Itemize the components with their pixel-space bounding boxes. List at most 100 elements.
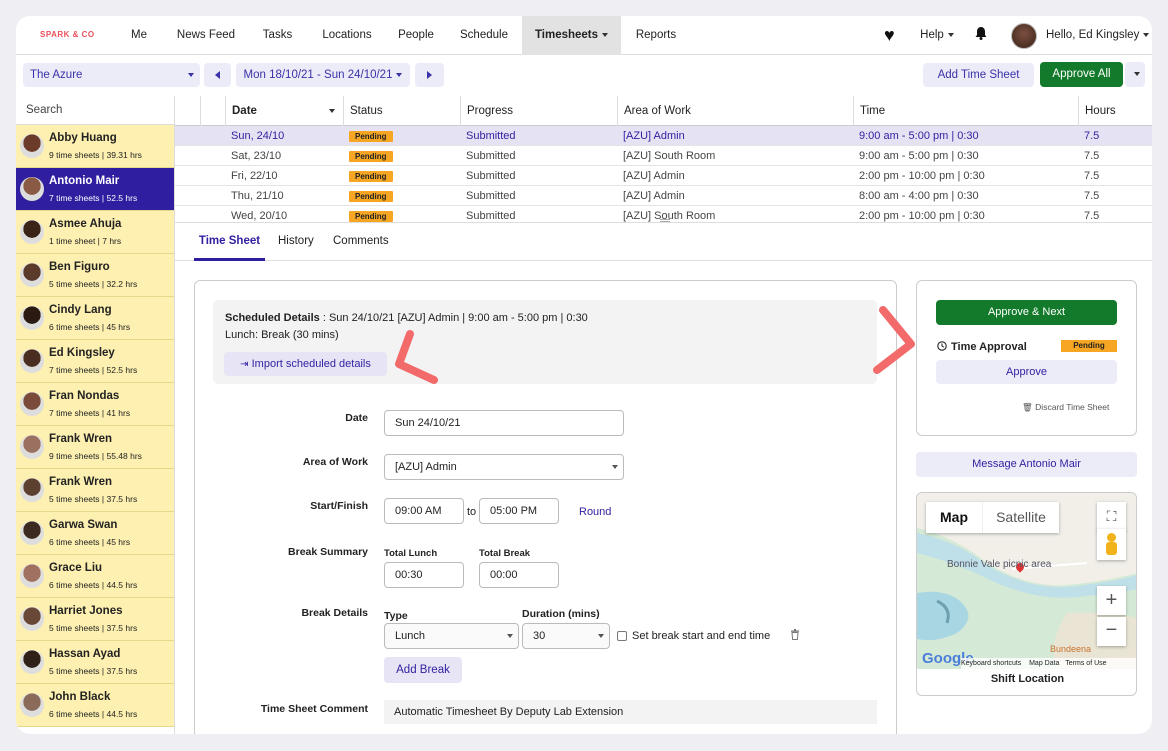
keyboard-shortcuts-link[interactable]: Keyboard shortcuts (961, 660, 1021, 667)
cell-status: Pending (349, 166, 393, 186)
col-status[interactable]: Status (343, 96, 460, 126)
person-summary: 5 time sheets | 37.5 hrs (49, 623, 138, 633)
brand-logo[interactable]: SPARK & CO (40, 30, 95, 39)
col-time[interactable]: Time (853, 96, 1078, 126)
round-link[interactable]: Round (579, 506, 611, 518)
chevron-down-icon (1134, 72, 1140, 77)
search-input[interactable]: Search (16, 96, 174, 125)
person-name: Abby Huang (49, 132, 117, 144)
col-date[interactable]: Date (225, 96, 343, 126)
approve-next-button[interactable]: Approve & Next (936, 300, 1117, 325)
bell-icon[interactable] (974, 26, 988, 40)
comment-label: Time Sheet Comment (260, 703, 368, 715)
scheduled-details: Scheduled Details : Sun 24/10/21 [AZU] A… (213, 300, 877, 384)
zoom-in-icon[interactable]: + (1097, 586, 1126, 615)
message-employee-button[interactable]: Message Antonio Mair (916, 452, 1137, 477)
col-area[interactable]: Area of Work (617, 96, 853, 126)
list-item[interactable]: Garwa Swan 6 time sheets | 45 hrs (16, 512, 174, 555)
user-menu[interactable]: Hello, Ed Kingsley (1046, 16, 1150, 55)
start-finish-label: Start/Finish (310, 500, 368, 512)
tab-comments[interactable]: Comments (333, 223, 389, 261)
heart-icon[interactable]: ♥ (884, 26, 895, 44)
col-indicator (200, 96, 225, 126)
add-time-sheet-button[interactable]: Add Time Sheet (923, 63, 1034, 87)
area-select[interactable]: [AZU] Admin (384, 454, 624, 480)
cell-status: Pending (349, 186, 393, 206)
cell-time: 8:00 am - 4:00 pm | 0:30 (859, 190, 979, 202)
date-range-select[interactable]: Mon 18/10/21 - Sun 24/10/21 (236, 63, 410, 87)
table-row[interactable]: Sun, 24/10 Pending Submitted [AZU] Admin 9:0… (175, 126, 1152, 146)
terms-link[interactable]: Terms of Use (1065, 660, 1106, 667)
cell-progress: Submitted (466, 150, 516, 162)
nav-tasks[interactable]: Tasks (259, 16, 296, 55)
list-item[interactable]: Ben Figuro 5 time sheets | 32.2 hrs (16, 254, 174, 297)
comment-field[interactable]: Automatic Timesheet By Deputy Lab Extens… (384, 700, 877, 724)
list-item[interactable]: Asmee Ahuja 1 time sheet | 7 hrs (16, 211, 174, 254)
col-hours[interactable]: Hours (1078, 96, 1152, 126)
street-view-icon[interactable] (1097, 529, 1126, 560)
list-item[interactable]: Antonio Mair 7 time sheets | 52.5 hrs (16, 168, 174, 211)
resize-handle[interactable] (660, 219, 670, 222)
total-break-field[interactable]: 00:00 (479, 562, 559, 588)
prev-week-button[interactable] (204, 63, 231, 87)
satellite-tab[interactable]: Satellite (982, 502, 1059, 533)
list-item[interactable]: Fran Nondas 7 time sheets | 41 hrs (16, 383, 174, 426)
break-type-select[interactable]: Lunch (384, 623, 519, 649)
person-summary: 1 time sheet | 7 hrs (49, 236, 122, 246)
import-scheduled-details-button[interactable]: ⇥ Import scheduled details (224, 352, 387, 376)
scheduled-details-text: Scheduled Details : Sun 24/10/21 [AZU] A… (225, 312, 588, 324)
date-field[interactable]: Sun 24/10/21 (384, 410, 624, 436)
status-badge: Pending (349, 170, 393, 182)
app-window: SPARK & CO Me News Feed Tasks Locations … (16, 16, 1152, 734)
total-lunch-label: Total Lunch (384, 548, 438, 559)
zoom-out-icon[interactable]: − (1097, 617, 1126, 646)
map-tab[interactable]: Map (926, 502, 982, 533)
list-item[interactable]: John Black 6 time sheets | 44.5 hrs (16, 684, 174, 727)
list-item[interactable]: Grace Liu 6 time sheets | 44.5 hrs (16, 555, 174, 598)
avatar[interactable] (1011, 23, 1037, 49)
fullscreen-icon[interactable]: ⛶ (1097, 502, 1126, 531)
map-data-link[interactable]: Map Data (1029, 660, 1059, 667)
start-time-field[interactable]: 09:00 AM (384, 498, 464, 524)
list-item[interactable]: Frank Wren 5 time sheets | 37.5 hrs (16, 469, 174, 512)
list-item[interactable]: Abby Huang 9 time sheets | 39.31 hrs (16, 125, 174, 168)
tab-history[interactable]: History (278, 223, 314, 261)
chevron-down-icon (612, 465, 618, 469)
nav-people[interactable]: People (396, 16, 436, 55)
person-name: John Black (49, 691, 111, 703)
set-break-checkbox[interactable] (617, 631, 627, 641)
break-duration-select[interactable]: 30 (522, 623, 610, 649)
nav-schedule[interactable]: Schedule (457, 16, 511, 55)
discard-link[interactable]: 🗑 Discard Time Sheet (1022, 402, 1109, 413)
person-name: Frank Wren (49, 476, 113, 488)
list-item[interactable]: Cindy Lang 6 time sheets | 45 hrs (16, 297, 174, 340)
approve-all-button[interactable]: Approve All (1040, 62, 1123, 87)
table-row[interactable]: Fri, 22/10 Pending Submitted [AZU] Admin 2:0… (175, 166, 1152, 186)
approve-button[interactable]: Approve (936, 360, 1117, 384)
nav-news-feed[interactable]: News Feed (173, 16, 239, 55)
list-item[interactable]: Hassan Ayad 5 time sheets | 37.5 hrs (16, 641, 174, 684)
add-break-button[interactable]: Add Break (384, 657, 462, 683)
next-week-button[interactable] (415, 63, 444, 87)
cell-date: Sat, 23/10 (231, 150, 282, 162)
nav-help[interactable]: Help (916, 16, 958, 55)
finish-time-field[interactable]: 05:00 PM (479, 498, 559, 524)
avatar (20, 349, 44, 373)
total-lunch-field[interactable]: 00:30 (384, 562, 464, 588)
location-select[interactable]: The Azure (23, 63, 200, 87)
col-progress[interactable]: Progress (460, 96, 617, 126)
trash-icon[interactable] (790, 629, 800, 640)
nav-locations[interactable]: Locations (319, 16, 375, 55)
list-item[interactable]: Ed Kingsley 7 time sheets | 52.5 hrs (16, 340, 174, 383)
list-item[interactable]: Frank Wren 9 time sheets | 55.48 hrs (16, 426, 174, 469)
chevron-down-icon (602, 32, 609, 37)
nav-timesheets[interactable]: Timesheets (522, 16, 621, 55)
map-view[interactable]: Bonnie Vale picnic area Bundeena Map Sat… (917, 493, 1136, 669)
list-item[interactable]: Harriet Jones 5 time sheets | 37.5 hrs (16, 598, 174, 641)
table-row[interactable]: Sat, 23/10 Pending Submitted [AZU] South Ro… (175, 146, 1152, 166)
nav-reports[interactable]: Reports (632, 16, 680, 55)
table-row[interactable]: Thu, 21/10 Pending Submitted [AZU] Admin 8:0… (175, 186, 1152, 206)
approve-all-dropdown[interactable] (1125, 62, 1145, 87)
nav-me[interactable]: Me (122, 16, 156, 55)
tab-time-sheet[interactable]: Time Sheet (194, 223, 265, 261)
